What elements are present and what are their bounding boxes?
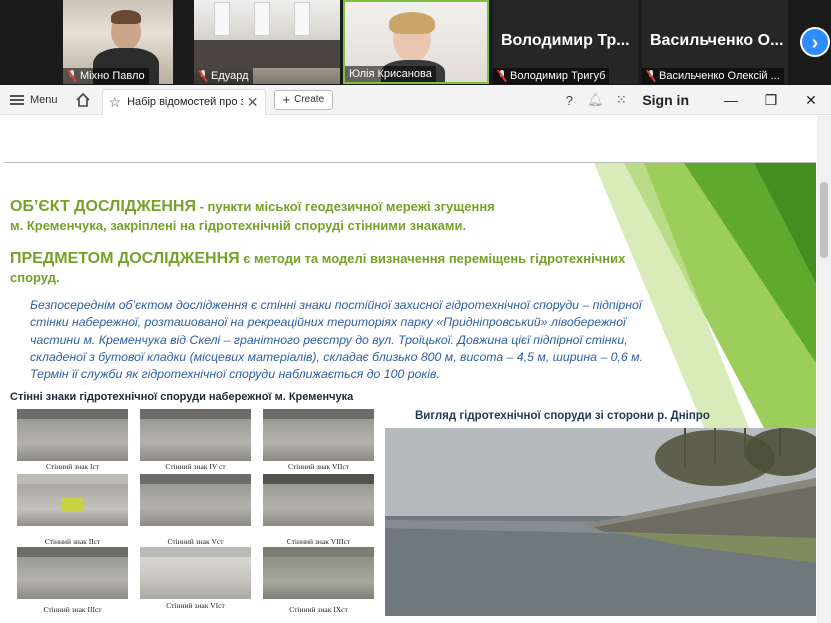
photo-caption: Стінний знак VІст xyxy=(166,601,225,610)
participant-tile-active[interactable]: Юлія Крисанова xyxy=(343,0,489,84)
participant-tile[interactable]: Едуард xyxy=(194,0,340,84)
participant-name: Едуард xyxy=(211,70,249,82)
tab-document[interactable]: ☆ Набір відомостей про з... ✕ xyxy=(101,88,266,115)
description-line: складеної з бутової кладки (місцевих мат… xyxy=(30,349,644,364)
bell-icon[interactable]: 🔔︎ xyxy=(582,92,608,108)
photo-caption: Стінний знак ІІІст xyxy=(43,605,102,614)
tab-title: Набір відомостей про з... xyxy=(127,96,243,108)
chevron-right-icon[interactable]: › xyxy=(800,27,830,57)
structure-view-caption: Вигляд гідротехнічної споруди зі сторони… xyxy=(415,410,710,422)
minimize-icon[interactable]: — xyxy=(711,92,751,108)
participant-label: Юлія Крисанова xyxy=(345,66,436,82)
description-line: Термін її служби як гідротехнічної спору… xyxy=(30,367,440,382)
participant-tile[interactable]: Міхно Павло xyxy=(63,0,173,84)
participant-display-name: Володимир Тр... xyxy=(501,32,630,49)
create-label: Create xyxy=(294,94,325,105)
video-strip: Міхно Павло Едуард Юлія Крисанова Володи… xyxy=(0,0,831,85)
photo-caption: Стінний знак ІІст xyxy=(44,537,101,546)
participant-tile[interactable]: Васильченко О... Васильченко Олексій ... xyxy=(642,0,788,84)
help-icon[interactable]: ? xyxy=(556,93,582,108)
photo-caption: Стінний знак IV ст xyxy=(165,462,226,471)
toolbar-right: ? 🔔︎ ⁙ Sign in — ❐ ✕ xyxy=(556,85,831,115)
wall-mark-photo xyxy=(263,547,374,599)
photo-caption: Стінний знак ІХст xyxy=(289,605,348,614)
participant-name: Васильченко Олексій ... xyxy=(659,70,780,82)
participant-label: Едуард xyxy=(194,68,253,84)
wall-mark-photo xyxy=(140,547,251,599)
photo-caption: Стінний знак Vст xyxy=(167,537,224,546)
description-line: Безпосереднім об’єктом дослідження є сті… xyxy=(30,298,642,312)
wall-marks-caption: Стінні знаки гідротехнічної споруди набе… xyxy=(10,391,354,403)
photo-caption: Стінний знак VІІІст xyxy=(286,537,351,546)
browser-window: Menu ☆ Набір відомостей про з... ✕ + Cre… xyxy=(0,85,831,623)
participant-name: Юлія Крисанова xyxy=(349,68,432,80)
document-viewer[interactable]: ОБ’ЄКТ ДОСЛІДЖЕННЯ - пункти міської геод… xyxy=(0,116,831,623)
scrollbar-thumb[interactable] xyxy=(820,182,828,258)
photo-caption: Стінний знак VІІст xyxy=(287,462,350,471)
river-structure-photo xyxy=(385,428,816,616)
star-icon[interactable]: ☆ xyxy=(109,94,122,111)
subject-title: ПРЕДМЕТОМ ДОСЛІДЖЕННЯ xyxy=(10,250,240,267)
mic-muted-icon xyxy=(646,70,656,82)
home-icon[interactable] xyxy=(74,91,92,109)
wall-mark-photo xyxy=(140,409,251,461)
object-title: ОБ’ЄКТ ДОСЛІДЖЕННЯ xyxy=(10,198,196,215)
participant-label: Міхно Павло xyxy=(63,68,149,84)
subject-heading: ПРЕДМЕТОМ ДОСЛІДЖЕННЯ є методи та моделі… xyxy=(10,249,650,287)
mic-muted-icon xyxy=(497,70,507,82)
mic-muted-icon xyxy=(67,70,77,82)
wall-mark-photo xyxy=(263,409,374,461)
wall-mark-photo xyxy=(17,409,128,461)
close-window-icon[interactable]: ✕ xyxy=(791,92,831,109)
menu-label: Menu xyxy=(30,93,58,106)
description-line: стінки набережної, розташованої на рекре… xyxy=(30,315,626,330)
participant-display-name: Васильченко О... xyxy=(650,32,784,49)
apps-grid-icon[interactable]: ⁙ xyxy=(608,92,634,108)
participant-name: Володимир Тригуб xyxy=(510,70,606,82)
object-heading: ОБ’ЄКТ ДОСЛІДЖЕННЯ - пункти міської геод… xyxy=(10,197,610,235)
menu-button[interactable]: Menu xyxy=(10,89,58,111)
description: Безпосереднім об’єктом дослідження є сті… xyxy=(30,297,730,383)
wall-mark-photo xyxy=(17,547,128,599)
restore-icon[interactable]: ❐ xyxy=(751,92,791,109)
hamburger-icon xyxy=(10,94,24,105)
wall-mark-photo xyxy=(17,474,128,526)
participant-label: Володимир Тригуб xyxy=(493,68,610,84)
plus-icon: + xyxy=(282,92,291,107)
wall-mark-photo xyxy=(263,474,374,526)
wall-mark-photo xyxy=(140,474,251,526)
participant-name: Міхно Павло xyxy=(80,70,145,82)
participant-tile[interactable]: Володимир Тр... Володимир Тригуб xyxy=(493,0,638,84)
object-text: - пункти міської геодезичної мережі згущ… xyxy=(195,199,495,214)
photo-caption: Стінний знак Іст xyxy=(45,462,100,471)
slide: ОБ’ЄКТ ДОСЛІДЖЕННЯ - пункти міської геод… xyxy=(4,163,816,623)
participant-label: Васильченко Олексій ... xyxy=(642,68,784,84)
create-button[interactable]: + Create xyxy=(273,89,334,110)
subject-text-line2: споруд. xyxy=(10,270,60,285)
description-line: частини м. Кременчука від Скелі – граніт… xyxy=(30,332,628,347)
subject-text: є методи та моделі визначення переміщень… xyxy=(239,251,626,266)
sign-in-button[interactable]: Sign in xyxy=(642,92,689,108)
object-text-line2: м. Кременчука, закріплені на гідротехніч… xyxy=(10,218,467,233)
close-icon[interactable]: ✕ xyxy=(247,94,259,111)
browser-toolbar: Menu ☆ Набір відомостей про з... ✕ + Cre… xyxy=(0,85,831,115)
vertical-scrollbar[interactable] xyxy=(817,116,831,623)
mic-muted-icon xyxy=(198,70,208,82)
